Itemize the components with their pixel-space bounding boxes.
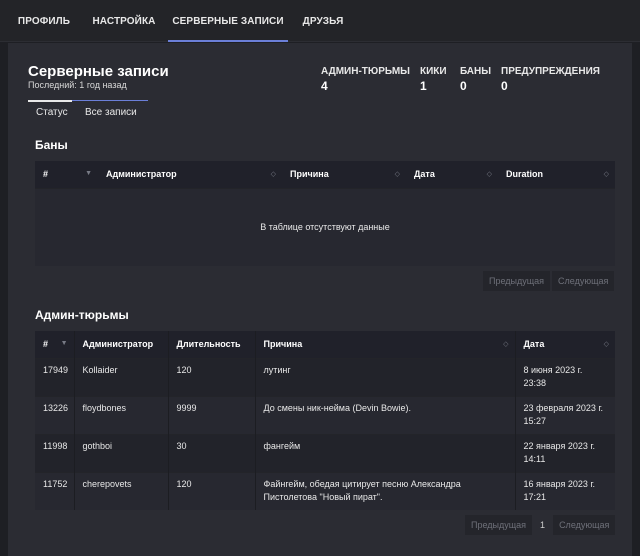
date-text: 23 февраля 2023 г. xyxy=(523,402,604,413)
table-row: 17949 Kollaider 120 лутинг 8 июня 2023 г… xyxy=(35,357,615,396)
previous-page-button[interactable]: Предыдущая xyxy=(465,515,533,535)
time-text: 15:27 xyxy=(523,415,547,426)
admin-jails-table: # ▼ Администратор Длительность Причина ◇ Д… xyxy=(35,331,615,510)
stat-value: 0 xyxy=(501,79,508,93)
cell-admin: cherepovets xyxy=(73,471,168,510)
stat-bans: БАНЫ 0 xyxy=(460,66,491,93)
subtab-active-indicator xyxy=(28,100,72,102)
column-header-reason[interactable]: Причина ◇ xyxy=(282,161,406,188)
time-text: 23:38 xyxy=(523,377,547,388)
subtab-all-records[interactable]: Все записи xyxy=(85,107,137,118)
empty-table-row: В таблице отсутствуют данные xyxy=(35,187,615,266)
cell-admin: floydbones xyxy=(73,395,168,434)
column-header-duration[interactable]: Duration ◇ xyxy=(498,161,615,188)
column-header-id[interactable]: # ▼ xyxy=(35,331,74,358)
top-navigation: ПРОФИЛЬ НАСТРОЙКА СЕРВЕРНЫЕ ЗАПИСИ ДРУЗЬ… xyxy=(0,0,640,42)
cell-reason: фангейм xyxy=(254,433,515,472)
sort-arrows-icon: ◇ xyxy=(270,171,276,178)
date-text: 16 января 2023 г. xyxy=(523,478,596,489)
sort-arrows-icon: ◇ xyxy=(603,341,609,348)
table-row: 11752 cherepovets 120 Файнгейм, обедая ц… xyxy=(35,471,615,510)
stat-value: 1 xyxy=(420,79,427,93)
sort-arrows-icon: ◇ xyxy=(503,341,509,348)
time-text: 14:11 xyxy=(523,453,546,464)
tab-server-records[interactable]: СЕРВЕРНЫЕ ЗАПИСИ xyxy=(168,0,288,42)
tab-settings[interactable]: НАСТРОЙКА xyxy=(88,0,160,42)
cell-admin: gothboi xyxy=(73,433,168,472)
stat-label: КИКИ xyxy=(420,66,447,77)
cell-id: 11998 xyxy=(35,433,74,472)
time-text: 17:21 xyxy=(523,491,547,502)
cell-duration: 120 xyxy=(167,357,255,396)
cell-admin: Kollaider xyxy=(73,357,168,396)
next-page-button[interactable]: Следующая xyxy=(552,271,615,291)
subtab-status[interactable]: Статус xyxy=(36,107,68,118)
cell-duration: 120 xyxy=(167,471,255,510)
sort-arrows-icon: ▼ xyxy=(60,340,68,347)
page-title: Серверные записи xyxy=(28,63,169,80)
cell-id: 13226 xyxy=(35,395,74,434)
stat-label: ПРЕДУПРЕЖДЕНИЯ xyxy=(501,66,600,77)
page-number-button[interactable]: 1 xyxy=(532,515,554,535)
date-text: 8 июня 2023 г. xyxy=(523,364,583,375)
stat-value: 4 xyxy=(321,79,328,93)
empty-table-message: В таблице отсутствуют данные xyxy=(35,187,615,266)
column-header-reason[interactable]: Причина ◇ xyxy=(254,331,515,358)
cell-reason: До смены ник-нейма (Devin Bowie). xyxy=(254,395,515,434)
bans-pagination: Предыдущая Следующая xyxy=(483,271,615,291)
column-header-admin[interactable]: Администратор xyxy=(73,331,168,358)
sort-arrows-icon: ▼ xyxy=(85,170,92,177)
next-page-button[interactable]: Следующая xyxy=(553,515,616,535)
cell-reason: Файнгейм, обедая цитирует песню Александ… xyxy=(254,471,515,510)
cell-duration: 30 xyxy=(167,433,255,472)
cell-date: 23 февраля 2023 г. 15:27 xyxy=(514,395,615,434)
date-text: 22 января 2023 г. xyxy=(523,440,596,451)
sort-arrows-icon: ◇ xyxy=(394,171,400,178)
bans-section-title: Баны xyxy=(35,138,68,152)
tab-friends[interactable]: ДРУЗЬЯ xyxy=(296,0,350,42)
stat-label: АДМИН-ТЮРЬМЫ xyxy=(321,66,410,77)
stat-admin-jails: АДМИН-ТЮРЬМЫ 4 xyxy=(321,66,410,93)
sort-arrows-icon: ◇ xyxy=(603,171,609,178)
column-header-id[interactable]: # ▼ xyxy=(35,161,98,188)
cell-date: 16 января 2023 г. 17:21 xyxy=(514,471,615,510)
cell-id: 11752 xyxy=(35,471,74,510)
admin-jails-pagination: Предыдущая 1 Следующая xyxy=(465,515,616,535)
column-header-admin[interactable]: Администратор ◇ xyxy=(98,161,282,188)
column-header-duration[interactable]: Длительность xyxy=(167,331,255,358)
column-header-date[interactable]: Дата ◇ xyxy=(514,331,615,358)
stat-value: 0 xyxy=(460,79,467,93)
cell-id: 17949 xyxy=(35,357,74,396)
table-row: 13226 floydbones 9999 До смены ник-нейма… xyxy=(35,395,615,434)
cell-date: 22 января 2023 г. 14:11 xyxy=(514,433,615,472)
stat-warnings: ПРЕДУПРЕЖДЕНИЯ 0 xyxy=(501,66,600,93)
stat-label: БАНЫ xyxy=(460,66,492,77)
tab-profile[interactable]: ПРОФИЛЬ xyxy=(14,0,74,42)
cell-duration: 9999 xyxy=(167,395,255,434)
sort-arrows-icon: ◇ xyxy=(486,171,492,178)
column-header-date[interactable]: Дата ◇ xyxy=(406,161,498,188)
cell-date: 8 июня 2023 г. 23:38 xyxy=(514,357,615,396)
table-row: 11998 gothboi 30 фангейм 22 января 2023 … xyxy=(35,433,615,472)
stat-kicks: КИКИ 1 xyxy=(420,66,447,93)
admin-jails-section-title: Админ-тюрьмы xyxy=(35,308,129,322)
bans-table: # ▼ Администратор ◇ Причина ◇ Дата ◇ Duratio… xyxy=(35,161,615,266)
last-activity-text: Последний: 1 год назад xyxy=(28,80,127,90)
cell-reason: лутинг xyxy=(254,357,515,396)
previous-page-button[interactable]: Предыдущая xyxy=(483,271,551,291)
